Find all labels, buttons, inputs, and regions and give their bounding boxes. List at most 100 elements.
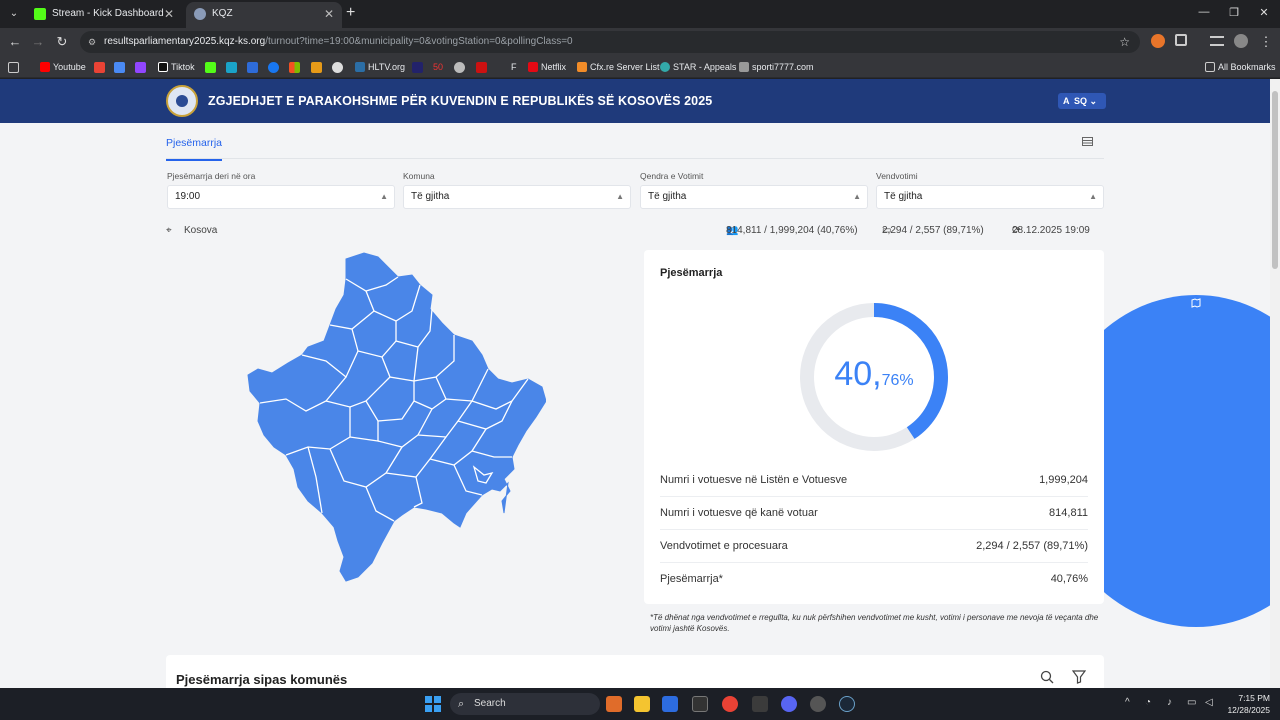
- bookmark-cfx[interactable]: Cfx.re Server List: [577, 60, 660, 74]
- scrollbar-thumb[interactable]: [1272, 91, 1278, 269]
- bookmark-tiktok[interactable]: Tiktok: [158, 60, 195, 74]
- cfx-icon: [577, 62, 587, 72]
- app-icon[interactable]: [810, 696, 826, 712]
- bookmark-icon[interactable]: [226, 62, 237, 73]
- restore-icon[interactable]: ❐: [1224, 6, 1244, 19]
- file-explorer-icon[interactable]: [634, 696, 650, 712]
- media-control-icon[interactable]: [1210, 36, 1224, 46]
- kqz-favicon-icon: [194, 8, 206, 20]
- new-tab-button[interactable]: +: [346, 4, 355, 22]
- close-tab-icon[interactable]: ✕: [164, 2, 174, 26]
- bookmark-f[interactable]: F: [511, 60, 517, 74]
- apps-grid-icon[interactable]: [8, 62, 19, 73]
- row-voted: Numri i votuesve që kanë votuar 814,811: [660, 497, 1088, 530]
- chrome-icon[interactable]: [722, 696, 738, 712]
- municipality-select[interactable]: Të gjitha ▲: [403, 185, 631, 209]
- microphone-icon[interactable]: ♪: [1167, 697, 1172, 708]
- close-tab-icon[interactable]: ✕: [324, 2, 334, 26]
- discord-icon[interactable]: [781, 696, 797, 712]
- forward-icon[interactable]: →: [30, 34, 46, 49]
- bookmark-label: All Bookmarks: [1218, 62, 1276, 72]
- extensions-puzzle-icon[interactable]: [1175, 34, 1187, 46]
- back-icon[interactable]: ←: [7, 34, 23, 49]
- youtube-icon: [40, 62, 50, 72]
- stations-value: 2,294 / 2,557 (89,71%): [882, 225, 984, 236]
- tab-turnout[interactable]: Pjesëmarrja: [166, 137, 223, 161]
- volume-icon[interactable]: ◁: [1205, 697, 1213, 708]
- time-select[interactable]: 19:00 ▲: [167, 185, 395, 209]
- bookmark-icon[interactable]: [114, 62, 125, 73]
- browser-menu-icon[interactable]: ⋮: [1258, 34, 1274, 50]
- bookmark-youtube[interactable]: Youtube: [40, 60, 86, 74]
- gmail-icon[interactable]: [94, 62, 105, 73]
- bookmark-icon[interactable]: [247, 62, 258, 73]
- row-value: 40,76%: [1050, 573, 1088, 585]
- profile-avatar[interactable]: [1234, 34, 1248, 48]
- site-header: ZGJEDHJET E PARAKOHSHME PËR KUVENDIN E R…: [0, 79, 1270, 123]
- tab-kqz[interactable]: KQZ ✕: [186, 2, 342, 28]
- bookmarks-bar: Youtube Tiktok HLTV.org 50 F Netflix Cfx…: [0, 56, 1280, 78]
- tab-title: KQZ: [212, 8, 233, 19]
- twitch-icon[interactable]: [135, 62, 146, 73]
- table-icon: [1081, 137, 1093, 146]
- bookmark-icon[interactable]: [454, 62, 465, 73]
- bookmark-star-icon[interactable]: ☆: [1119, 31, 1130, 53]
- bookmark-star-appeals[interactable]: STAR - Appeals: [660, 60, 736, 74]
- polling-station-select[interactable]: Të gjitha ▲: [876, 185, 1104, 209]
- bookmark-50[interactable]: 50: [433, 60, 443, 74]
- app-icon[interactable]: [752, 696, 768, 712]
- page-viewport: ZGJEDHJET E PARAKOHSHME PËR KUVENDIN E R…: [0, 79, 1270, 688]
- store-icon[interactable]: [662, 696, 678, 712]
- bookmark-label: F: [511, 62, 517, 72]
- tray-app-icon[interactable]: ◔: [1145, 697, 1151, 708]
- site-info-icon[interactable]: ⚙: [88, 31, 96, 53]
- page-scrollbar[interactable]: [1270, 79, 1280, 688]
- brave-icon[interactable]: [606, 696, 622, 712]
- start-button[interactable]: [425, 696, 441, 712]
- close-window-icon[interactable]: ✕: [1254, 6, 1274, 19]
- table-view-button[interactable]: [1076, 133, 1098, 155]
- bookmark-icon[interactable]: [476, 62, 487, 73]
- row-label: Vendvotimet e procesuara: [660, 540, 788, 552]
- kosovo-map[interactable]: [246, 251, 546, 583]
- kosovo-territory[interactable]: [247, 252, 546, 582]
- tab-kick-dashboard[interactable]: Stream - Kick Dashboard ✕: [26, 2, 182, 28]
- turnout-gauge: 40,76%: [798, 301, 950, 453]
- page-title: ZGJEDHJET E PARAKOHSHME PËR KUVENDIN E R…: [208, 94, 713, 108]
- all-bookmarks[interactable]: All Bookmarks: [1205, 60, 1276, 74]
- kqz-logo[interactable]: [166, 85, 198, 117]
- taskbar-search[interactable]: ⌕ Search: [450, 693, 600, 715]
- reload-icon[interactable]: ↻: [54, 34, 70, 50]
- bookmark-hltv[interactable]: HLTV.org: [355, 60, 405, 74]
- address-bar[interactable]: ⚙ resultsparliamentary2025.kqz-ks.org/tu…: [80, 31, 1140, 53]
- microsoft-icon[interactable]: [289, 62, 300, 73]
- filter-glyph: [1071, 670, 1087, 684]
- bookmark-icon[interactable]: [311, 62, 322, 73]
- filter-icon[interactable]: [1071, 670, 1087, 687]
- search-icon[interactable]: [1040, 670, 1054, 687]
- bookmark-label: Cfx.re Server List: [590, 62, 660, 72]
- kick-icon[interactable]: [205, 62, 216, 73]
- row-turnout: Pjesëmarrja* 40,76%: [660, 563, 1088, 596]
- facebook-icon[interactable]: [268, 62, 279, 73]
- filter-municipality: Komuna Të gjitha ▲: [403, 171, 631, 209]
- voting-center-select[interactable]: Të gjitha ▲: [640, 185, 868, 209]
- epic-games-icon[interactable]: [692, 696, 708, 712]
- bookmark-sporti[interactable]: sporti7777.com: [739, 60, 814, 74]
- bookmark-netflix[interactable]: Netflix: [528, 60, 566, 74]
- row-registered-voters: Numri i votuesve në Listën e Votuesve 1,9…: [660, 464, 1088, 497]
- tab-search-icon[interactable]: ⌄: [6, 6, 22, 22]
- extension-icon[interactable]: [1151, 34, 1165, 48]
- bookmark-label: Netflix: [541, 62, 567, 72]
- network-icon[interactable]: ▭: [1187, 697, 1196, 708]
- taskbar-clock[interactable]: 7:15 PM 12/28/2025: [1224, 692, 1270, 716]
- bookmark-icon[interactable]: [412, 62, 423, 73]
- steam-icon[interactable]: [839, 696, 855, 712]
- bookmark-icon[interactable]: [332, 62, 343, 73]
- folder-icon: [1205, 62, 1215, 72]
- gauge-int: 40,: [834, 355, 882, 393]
- row-processed-stations: Vendvotimet e procesuara 2,294 / 2,557 (8…: [660, 530, 1088, 563]
- language-selector[interactable]: A SQ ⌄: [1058, 93, 1106, 109]
- minimize-icon[interactable]: —: [1194, 6, 1214, 18]
- tray-overflow-icon[interactable]: ^: [1125, 697, 1130, 708]
